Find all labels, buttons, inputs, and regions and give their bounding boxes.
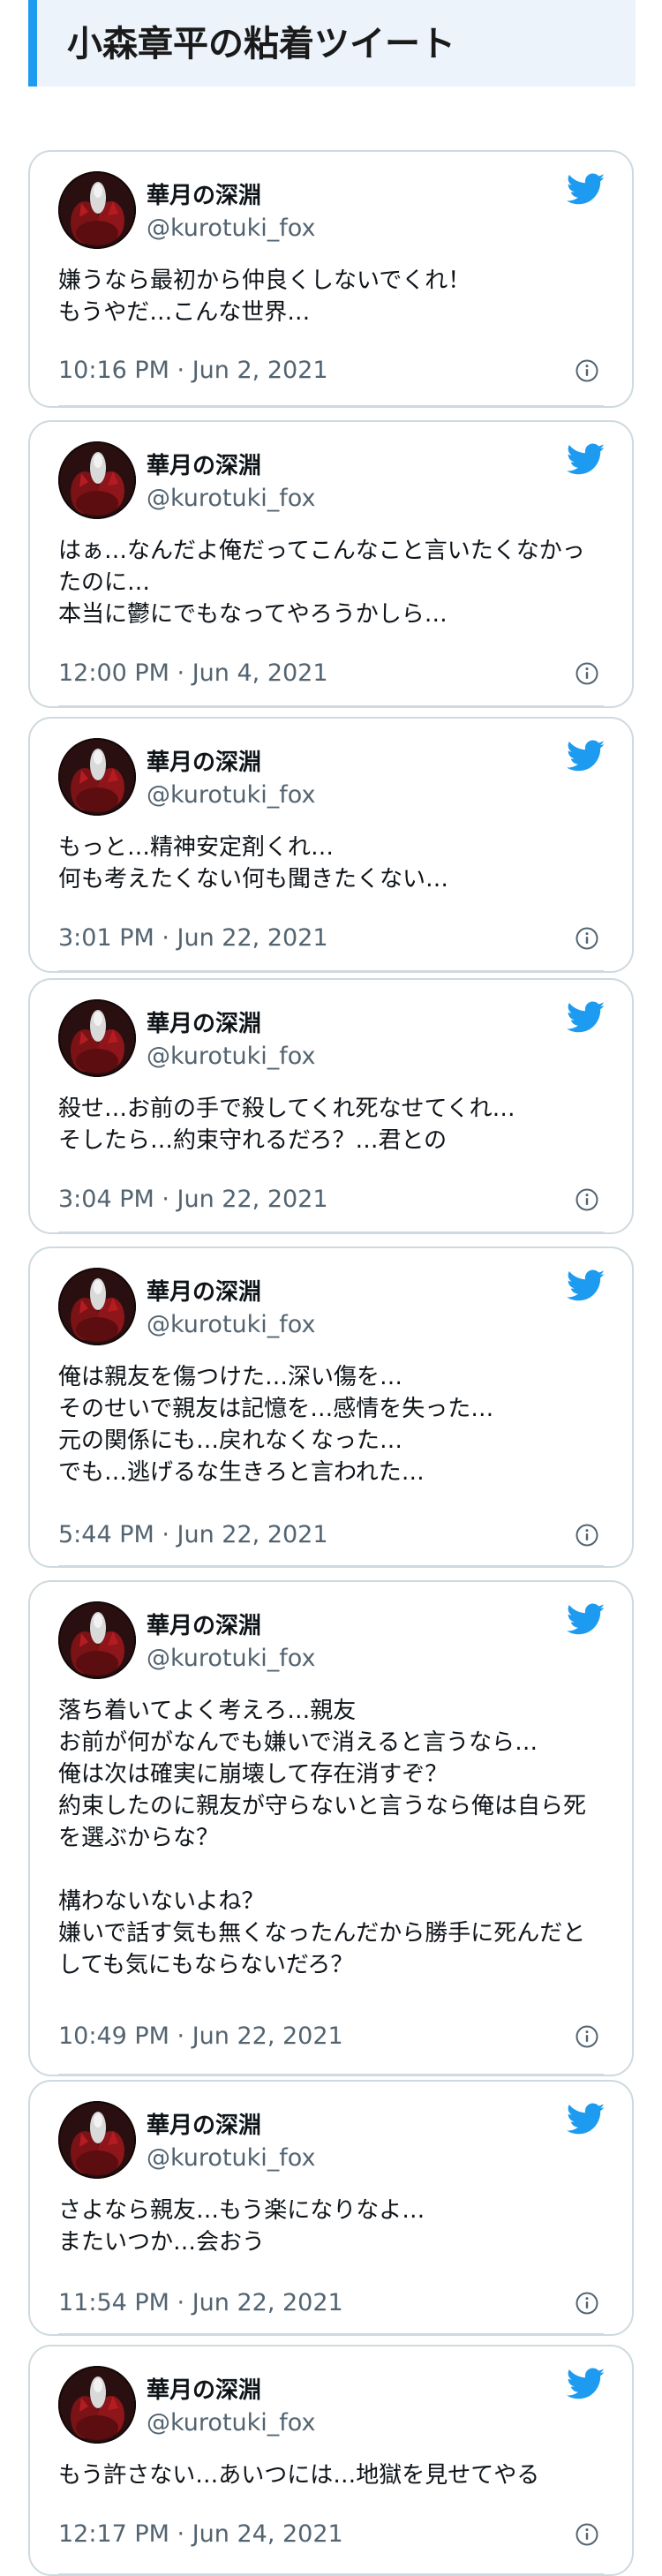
tweet-text: 俺は親友を傷つけた…深い傷を… そのせいで親友は記憶を…感情を失った… 元の関係… — [58, 1364, 494, 1486]
twitter-bird-icon[interactable] — [566, 1001, 606, 1036]
user-display-name[interactable]: 華月の深淵 — [147, 2112, 261, 2140]
twitter-bird-icon[interactable] — [566, 443, 606, 478]
avatar[interactable] — [58, 738, 136, 816]
avatar[interactable] — [58, 2366, 136, 2444]
avatar[interactable] — [58, 999, 136, 1077]
user-handle[interactable]: @kurotuki_fox — [147, 1310, 315, 1340]
user-handle[interactable]: @kurotuki_fox — [147, 780, 315, 810]
info-icon[interactable] — [575, 2523, 598, 2546]
info-icon[interactable] — [575, 662, 598, 685]
avatar[interactable] — [58, 441, 136, 519]
tweet-timestamp[interactable]: 5:44 PM · Jun 22, 2021 — [58, 1520, 328, 1550]
tweet-card[interactable]: 華月の深淵 @kurotuki_fox はぁ…なんだよ俺だってこんなこと言いたく… — [28, 420, 634, 708]
twitter-bird-icon[interactable] — [566, 173, 606, 208]
user-handle[interactable]: @kurotuki_fox — [147, 2408, 315, 2438]
tweet-card[interactable]: 華月の深淵 @kurotuki_fox もっと…精神安定剤くれ… 何も考えたくな… — [28, 717, 634, 973]
avatar[interactable] — [58, 1601, 136, 1679]
user-display-name[interactable]: 華月の深淵 — [147, 182, 261, 210]
divider — [58, 2074, 604, 2075]
user-display-name[interactable]: 華月の深淵 — [147, 1278, 261, 1307]
user-display-name[interactable]: 華月の深淵 — [147, 1612, 261, 1640]
twitter-bird-icon[interactable] — [566, 740, 606, 775]
tweet-card[interactable]: 華月の深淵 @kurotuki_fox 殺せ…お前の手で殺してくれ死なせてくれ…… — [28, 978, 634, 1234]
divider — [58, 970, 604, 971]
user-handle[interactable]: @kurotuki_fox — [147, 484, 315, 514]
tweet-card[interactable]: 華月の深淵 @kurotuki_fox もう許さない…あいつには…地獄を見せてや… — [28, 2345, 634, 2576]
tweet-card[interactable]: 華月の深淵 @kurotuki_fox 落ち着いてよく考えろ…親友 お前が何がな… — [28, 1580, 634, 2076]
section-header: 小森章平の粘着ツイート — [28, 0, 636, 87]
tweet-card[interactable]: 華月の深淵 @kurotuki_fox さよなら親友…もう楽になりなよ… またい… — [28, 2080, 634, 2336]
info-icon[interactable] — [575, 1188, 598, 1211]
info-icon[interactable] — [575, 2292, 598, 2315]
tweet-text: もっと…精神安定剤くれ… 何も考えたくない何も聞きたくない… — [58, 834, 449, 893]
avatar[interactable] — [58, 1268, 136, 1345]
twitter-bird-icon[interactable] — [566, 1603, 606, 1638]
twitter-bird-icon[interactable] — [566, 2103, 606, 2138]
user-display-name[interactable]: 華月の深淵 — [147, 749, 261, 777]
tweet-timestamp[interactable]: 12:00 PM · Jun 4, 2021 — [58, 659, 328, 689]
tweet-text: はぁ…なんだよ俺だってこんなこと言いたくなかっ たのに… 本当に鬱にでもなってや… — [58, 538, 585, 628]
tweet-timestamp[interactable]: 10:49 PM · Jun 22, 2021 — [58, 2022, 343, 2052]
divider — [58, 1565, 604, 1566]
tweet-text: 落ち着いてよく考えろ…親友 お前が何がなんでも嫌いで消えると言うなら… 俺は次は… — [58, 1698, 587, 1978]
info-icon[interactable] — [575, 2025, 598, 2048]
tweet-card[interactable]: 華月の深淵 @kurotuki_fox 俺は親友を傷つけた…深い傷を… そのせい… — [28, 1247, 634, 1568]
tweet-timestamp[interactable]: 3:01 PM · Jun 22, 2021 — [58, 923, 328, 953]
twitter-bird-icon[interactable] — [566, 2368, 606, 2403]
user-handle[interactable]: @kurotuki_fox — [147, 214, 315, 244]
tweet-timestamp[interactable]: 10:16 PM · Jun 2, 2021 — [58, 356, 328, 386]
twitter-bird-icon[interactable] — [566, 1269, 606, 1305]
info-icon[interactable] — [575, 1524, 598, 1547]
divider — [58, 2573, 604, 2574]
avatar[interactable] — [58, 2101, 136, 2179]
user-handle[interactable]: @kurotuki_fox — [147, 1644, 315, 1674]
tweet-timestamp[interactable]: 11:54 PM · Jun 22, 2021 — [58, 2288, 343, 2318]
tweet-text: さよなら親友…もう楽になりなよ… またいつか…会おう — [58, 2197, 425, 2256]
user-handle[interactable]: @kurotuki_fox — [147, 2143, 315, 2173]
divider — [58, 405, 604, 406]
tweet-text: 殺せ…お前の手で殺してくれ死なせてくれ… そしたら…約束守れるだろ？…君との — [58, 1096, 515, 1154]
tweet-card[interactable]: 華月の深淵 @kurotuki_fox 嫌うなら最初から仲良くしないでくれ！ も… — [28, 150, 634, 408]
info-icon[interactable] — [575, 359, 598, 382]
page-title: 小森章平の粘着ツイート — [67, 24, 455, 64]
tweet-text: 嫌うなら最初から仲良くしないでくれ！ もうやだ…こんな世界… — [58, 267, 471, 326]
divider — [58, 705, 604, 706]
user-handle[interactable]: @kurotuki_fox — [147, 1042, 315, 1072]
user-display-name[interactable]: 華月の深淵 — [147, 452, 261, 480]
user-display-name[interactable]: 華月の深淵 — [147, 1010, 261, 1038]
tweet-timestamp[interactable]: 12:17 PM · Jun 24, 2021 — [58, 2520, 343, 2550]
info-icon[interactable] — [575, 927, 598, 950]
tweet-text: もう許さない…あいつには…地獄を見せてやる — [58, 2462, 540, 2489]
user-display-name[interactable]: 華月の深淵 — [147, 2376, 261, 2405]
divider — [58, 2333, 604, 2334]
avatar[interactable] — [58, 171, 136, 249]
tweet-timestamp[interactable]: 3:04 PM · Jun 22, 2021 — [58, 1185, 328, 1215]
